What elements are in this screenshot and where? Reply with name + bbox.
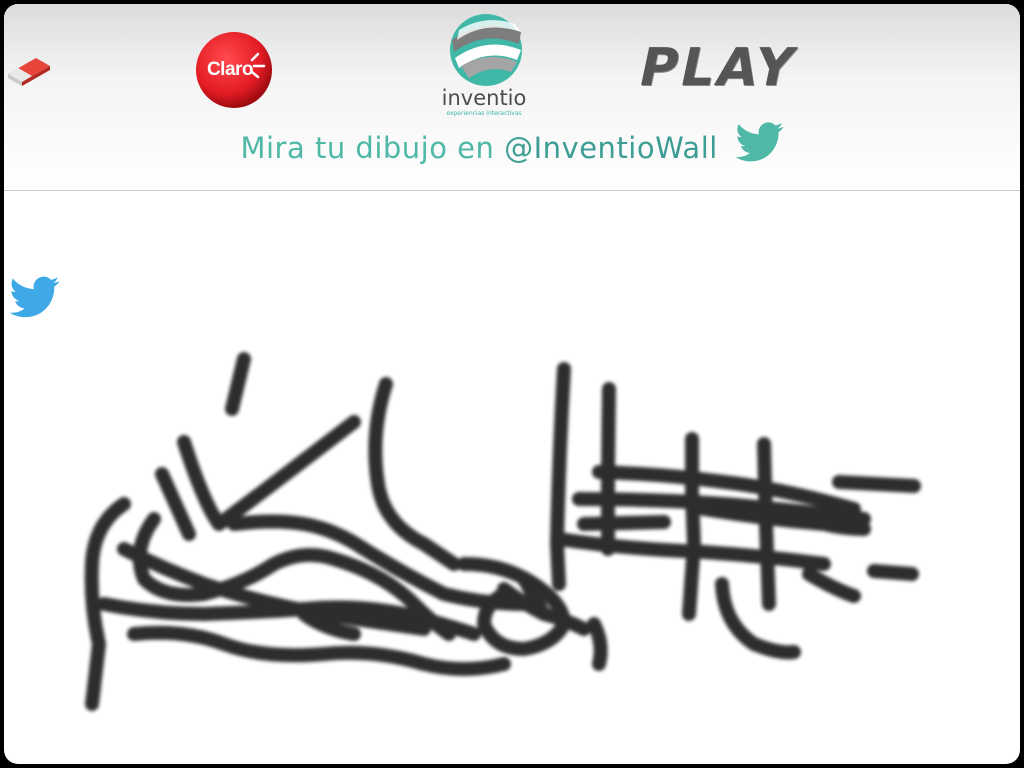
claro-label: Claro <box>206 59 254 80</box>
drawing-strokes <box>84 352 921 711</box>
inventio-wordmark: inventio <box>441 86 527 110</box>
twitter-bird-icon <box>734 122 784 162</box>
play-logo: PLAY <box>633 38 803 98</box>
twitter-handle[interactable]: @InventioWall <box>504 131 718 165</box>
tagline: Mira tu dibujo en @InventioWall <box>4 122 1020 170</box>
app-frame: Claro inventio experiencias interactivas… <box>4 4 1020 764</box>
claro-logo: Claro <box>194 30 274 110</box>
inventio-subtitle: experiencias interactivas <box>446 110 522 117</box>
eraser-icon[interactable] <box>6 52 52 88</box>
tagline-prefix: Mira tu dibujo en <box>240 131 505 165</box>
inventio-logo: inventio experiencias interactivas <box>429 10 539 122</box>
drawing-canvas[interactable] <box>4 191 1020 764</box>
header: Claro inventio experiencias interactivas… <box>4 4 1020 191</box>
